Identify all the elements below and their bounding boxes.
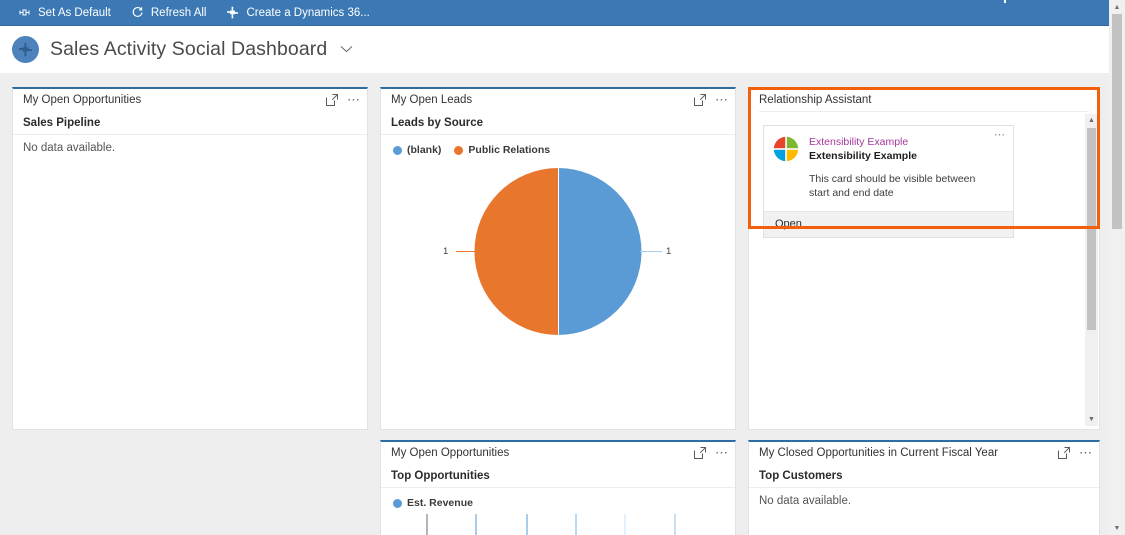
create-dynamics-button[interactable]: Create a Dynamics 36...: [216, 0, 379, 26]
panel-header: My Open Opportunities ⋯: [13, 89, 367, 111]
dynamics-icon: [226, 6, 239, 19]
panel-title: My Open Opportunities: [23, 94, 142, 106]
assistant-scrollbar-thumb[interactable]: [1087, 128, 1096, 330]
create-dynamics-label: Create a Dynamics 36...: [246, 6, 370, 19]
panel-subtitle: Sales Pipeline: [13, 111, 367, 135]
assistant-card-open-action[interactable]: Open: [764, 211, 1013, 237]
scroll-down-icon[interactable]: ▼: [1085, 413, 1098, 426]
pie-divider: [557, 168, 559, 335]
page-scrollbar-thumb[interactable]: [1112, 14, 1122, 229]
scroll-up-icon[interactable]: ▲: [1109, 0, 1125, 14]
legend-swatch-public-relations: [454, 145, 464, 155]
ellipsis-icon[interactable]: ⋯: [347, 93, 361, 106]
assistant-card-description: This card should be visible between star…: [809, 173, 976, 199]
panel-title: My Open Opportunities: [391, 447, 510, 459]
chart-legend: (blank) Public Relations: [381, 135, 735, 156]
pie-leader-line-right: [640, 251, 662, 252]
assistant-card-link[interactable]: Extensibility Example: [809, 135, 989, 149]
gridline: [575, 514, 577, 535]
relationship-assistant-body: Extensibility Example Extensibility Exam…: [749, 112, 1099, 428]
ellipsis-icon[interactable]: ⋯: [715, 93, 729, 106]
panel-header: Relationship Assistant: [749, 89, 1099, 111]
legend-label: Public Relations: [468, 144, 551, 156]
scroll-up-icon[interactable]: ▲: [1085, 114, 1098, 127]
ellipsis-icon[interactable]: ⋯: [715, 446, 729, 459]
assistant-card-subtitle: Extensibility Example: [809, 150, 917, 162]
legend-swatch-est-revenue: [393, 498, 402, 508]
assistant-card[interactable]: Extensibility Example Extensibility Exam…: [763, 125, 1014, 238]
microsoft-logo-icon: [773, 136, 799, 162]
panel-title: Relationship Assistant: [759, 94, 872, 106]
panel-header: My Open Leads ⋯: [381, 89, 735, 111]
no-data-message: No data available.: [23, 142, 116, 154]
panel-top-opportunities: My Open Opportunities ⋯ Top Opportunitie…: [380, 440, 736, 535]
panel-relationship-assistant: Relationship Assistant Extensibility Exa…: [748, 87, 1100, 430]
gridline: [624, 514, 626, 535]
panel-closed-opportunities: My Closed Opportunities in Current Fisca…: [748, 440, 1100, 535]
panel-title: My Open Leads: [391, 94, 473, 106]
scroll-down-icon[interactable]: ▼: [1109, 521, 1125, 535]
assistant-card-body: Extensibility Example Extensibility Exam…: [764, 126, 1013, 211]
ellipsis-icon[interactable]: ⋯: [1079, 446, 1093, 459]
panel-subtitle: Top Opportunities: [381, 464, 735, 488]
chart-axis-line: [426, 514, 428, 535]
dashboard-canvas: My Open Opportunities ⋯ Sales Pipeline N…: [0, 73, 1125, 535]
assistant-scrollbar[interactable]: ▲ ▼: [1085, 114, 1098, 426]
pie-leader-line-left: [456, 251, 478, 252]
panel-header: My Open Opportunities ⋯: [381, 442, 735, 464]
no-data-message: No data available.: [759, 495, 852, 507]
expand-icon[interactable]: [694, 447, 706, 459]
legend-item[interactable]: (blank): [393, 144, 441, 156]
pin-icon: [18, 6, 31, 19]
command-bar: Set As Default Refresh All Create a Dyna…: [0, 0, 1125, 26]
ellipsis-icon[interactable]: ⋯: [994, 130, 1006, 141]
expand-icon[interactable]: [694, 94, 706, 106]
panel-sales-pipeline: My Open Opportunities ⋯ Sales Pipeline N…: [12, 87, 368, 430]
gridline: [526, 514, 528, 535]
legend-swatch-blank: [393, 145, 402, 155]
panel-subtitle: Leads by Source: [381, 111, 735, 135]
chevron-down-icon[interactable]: [340, 43, 353, 56]
page-title: Sales Activity Social Dashboard: [50, 38, 328, 60]
dashboard-icon: [12, 36, 39, 63]
expand-icon[interactable]: [326, 94, 338, 106]
pie-value-public-relations: 1: [443, 246, 449, 257]
refresh-all-label: Refresh All: [150, 6, 207, 19]
leads-by-source-pie-chart: 1 1: [381, 156, 735, 441]
panel-subtitle: Top Customers: [749, 464, 1099, 488]
set-as-default-label: Set As Default: [38, 6, 111, 19]
chart-legend: Est. Revenue: [381, 488, 735, 509]
legend-label: (blank): [407, 144, 442, 156]
page-scrollbar[interactable]: ▲ ▼: [1109, 0, 1125, 535]
expand-icon[interactable]: [1058, 447, 1070, 459]
pie-graphic: [474, 168, 642, 335]
legend-item[interactable]: Est. Revenue: [393, 497, 473, 509]
top-opportunities-bar-chart: [381, 514, 735, 535]
gridline: [475, 514, 477, 535]
set-as-default-button[interactable]: Set As Default: [8, 0, 121, 26]
pie-value-blank: 1: [666, 246, 672, 257]
legend-label: Est. Revenue: [407, 497, 473, 509]
pie-slice-public-relations[interactable]: [474, 168, 558, 335]
refresh-icon: [131, 6, 144, 19]
refresh-all-button[interactable]: Refresh All: [121, 0, 217, 26]
legend-item[interactable]: Public Relations: [454, 144, 550, 156]
pie-slice-blank[interactable]: [558, 168, 642, 335]
dashboard-title-row: Sales Activity Social Dashboard: [0, 26, 1125, 73]
panel-open-leads: My Open Leads ⋯ Leads by Source (blank) …: [380, 87, 736, 430]
gridline: [674, 514, 676, 535]
panel-header: My Closed Opportunities in Current Fisca…: [749, 442, 1099, 464]
panel-title: My Closed Opportunities in Current Fisca…: [759, 447, 999, 459]
